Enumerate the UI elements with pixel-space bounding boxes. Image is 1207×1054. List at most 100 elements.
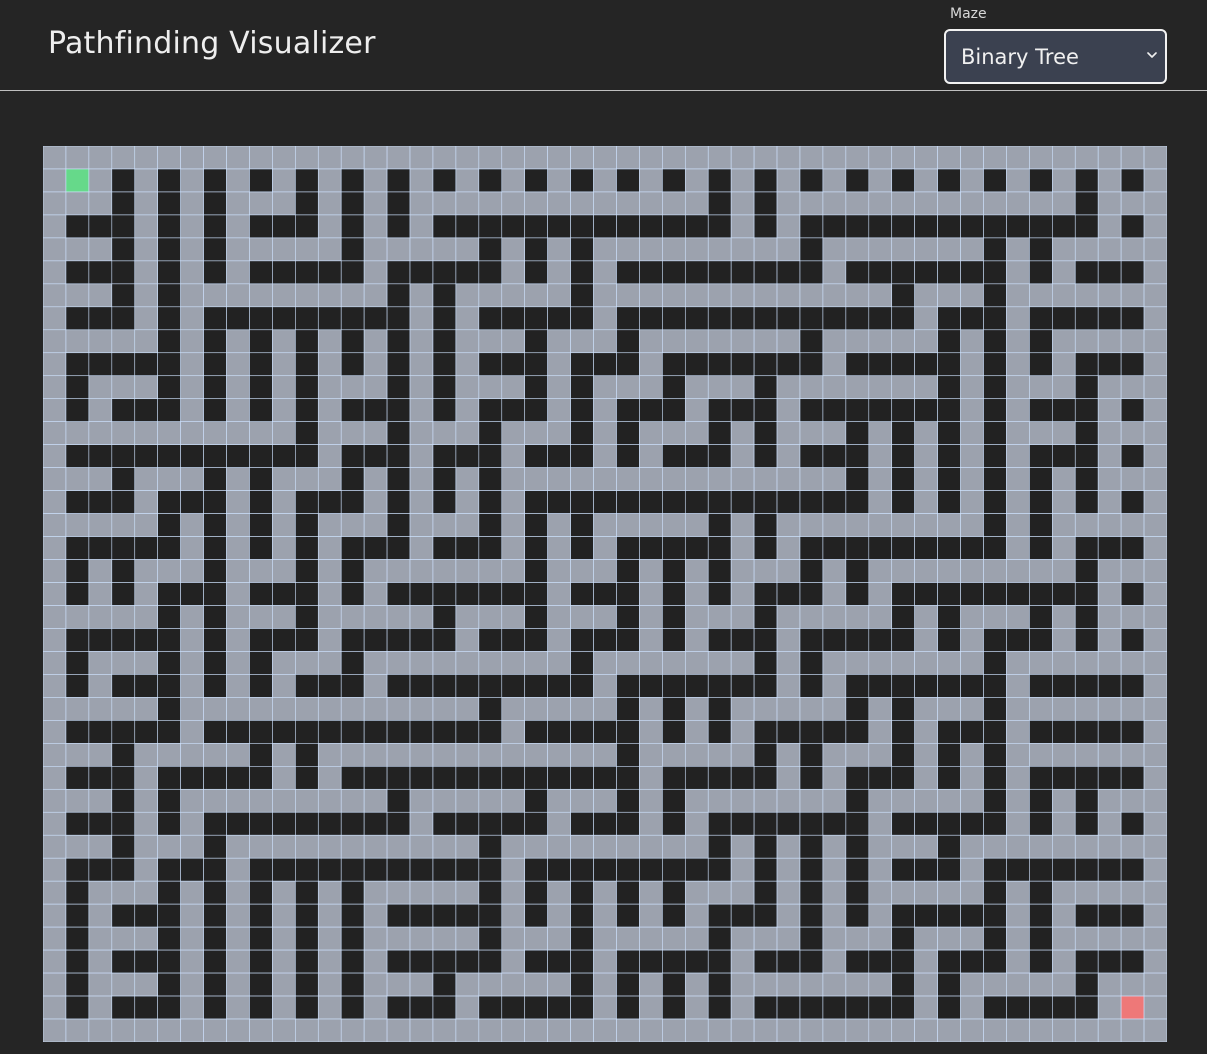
grid-cell-open[interactable] xyxy=(547,1018,571,1042)
grid-cell-open[interactable] xyxy=(1006,421,1030,445)
grid-cell-open[interactable] xyxy=(914,168,938,193)
grid-cell-open[interactable] xyxy=(662,743,686,767)
grid-cell-wall[interactable] xyxy=(1074,720,1099,744)
grid-cell-open[interactable] xyxy=(1120,834,1145,859)
grid-cell-open[interactable] xyxy=(639,766,663,790)
grid-cell-open[interactable] xyxy=(1097,788,1122,813)
grid-cell-wall[interactable] xyxy=(845,582,870,606)
grid-cell-wall[interactable] xyxy=(432,811,457,836)
grid-cell-open[interactable] xyxy=(43,513,67,537)
grid-cell-wall[interactable] xyxy=(386,168,411,193)
grid-cell-wall[interactable] xyxy=(501,306,526,331)
grid-cell-open[interactable] xyxy=(868,926,893,951)
grid-cell-wall[interactable] xyxy=(111,720,136,744)
grid-cell-open[interactable] xyxy=(363,834,388,859)
grid-cell-open[interactable] xyxy=(432,926,457,951)
grid-cell-open[interactable] xyxy=(914,329,938,354)
grid-cell-wall[interactable] xyxy=(203,168,227,193)
grid-cell-open[interactable] xyxy=(1143,880,1167,905)
grid-cell-open[interactable] xyxy=(317,1018,342,1042)
grid-cell-wall[interactable] xyxy=(295,214,319,239)
grid-cell-open[interactable] xyxy=(776,743,801,767)
grid-cell-open[interactable] xyxy=(822,237,847,262)
grid-cell-wall[interactable] xyxy=(134,720,159,744)
grid-cell-wall[interactable] xyxy=(524,490,548,514)
grid-cell-open[interactable] xyxy=(1052,191,1076,216)
grid-cell-open[interactable] xyxy=(1143,743,1167,767)
grid-cell-open[interactable] xyxy=(891,834,915,859)
grid-cell-wall[interactable] xyxy=(203,628,227,652)
grid-cell-open[interactable] xyxy=(593,329,617,354)
grid-cell-wall[interactable] xyxy=(1029,467,1053,491)
grid-cell-wall[interactable] xyxy=(1097,260,1122,285)
grid-cell-open[interactable] xyxy=(776,880,801,905)
grid-cell-open[interactable] xyxy=(983,559,1007,583)
grid-cell-wall[interactable] xyxy=(593,857,617,882)
grid-cell-wall[interactable] xyxy=(249,949,273,974)
grid-cell-wall[interactable] xyxy=(616,260,640,285)
grid-cell-wall[interactable] xyxy=(340,811,365,836)
grid-cell-open[interactable] xyxy=(1120,972,1145,997)
grid-cell-open[interactable] xyxy=(753,697,778,721)
grid-cell-wall[interactable] xyxy=(88,260,113,285)
grid-cell-open[interactable] xyxy=(478,743,503,767)
grid-cell-open[interactable] xyxy=(914,697,938,721)
grid-cell-open[interactable] xyxy=(662,513,686,537)
grid-cell-wall[interactable] xyxy=(272,582,296,606)
grid-cell-wall[interactable] xyxy=(134,949,159,974)
grid-cell-open[interactable] xyxy=(1097,559,1122,583)
grid-cell-open[interactable] xyxy=(501,146,526,170)
grid-cell-wall[interactable] xyxy=(616,628,640,652)
grid-cell-wall[interactable] xyxy=(111,214,136,239)
grid-cell-wall[interactable] xyxy=(1097,306,1122,331)
grid-cell-open[interactable] xyxy=(1120,926,1145,951)
grid-cell-open[interactable] xyxy=(88,513,113,537)
grid-cell-wall[interactable] xyxy=(570,352,594,377)
grid-cell-wall[interactable] xyxy=(753,513,778,537)
grid-cell-wall[interactable] xyxy=(845,421,870,445)
grid-cell-open[interactable] xyxy=(1143,536,1167,560)
grid-cell-open[interactable] xyxy=(43,743,67,767)
grid-cell-open[interactable] xyxy=(730,375,755,400)
grid-cell-open[interactable] xyxy=(868,788,893,813)
grid-cell-wall[interactable] xyxy=(478,628,503,652)
grid-cell-open[interactable] xyxy=(822,467,847,491)
grid-cell-open[interactable] xyxy=(891,329,915,354)
grid-cell-open[interactable] xyxy=(340,697,365,721)
grid-cell-open[interactable] xyxy=(1143,834,1167,859)
grid-cell-wall[interactable] xyxy=(684,444,709,468)
grid-cell-wall[interactable] xyxy=(501,811,526,836)
grid-cell-wall[interactable] xyxy=(662,880,686,905)
grid-cell-open[interactable] xyxy=(43,995,67,1020)
grid-cell-open[interactable] xyxy=(226,398,250,422)
grid-cell-wall[interactable] xyxy=(753,811,778,836)
grid-cell-wall[interactable] xyxy=(593,720,617,744)
grid-cell-open[interactable] xyxy=(111,146,136,170)
grid-cell-wall[interactable] xyxy=(983,513,1007,537)
grid-cell-wall[interactable] xyxy=(432,352,457,377)
grid-cell-wall[interactable] xyxy=(616,559,640,583)
grid-cell-open[interactable] xyxy=(524,467,548,491)
grid-cell-open[interactable] xyxy=(1120,788,1145,813)
grid-cell-open[interactable] xyxy=(707,329,732,354)
grid-cell-wall[interactable] xyxy=(386,352,411,377)
grid-cell-wall[interactable] xyxy=(65,926,90,951)
grid-cell-wall[interactable] xyxy=(662,582,686,606)
grid-cell-open[interactable] xyxy=(593,398,617,422)
grid-cell-wall[interactable] xyxy=(386,766,411,790)
grid-cell-wall[interactable] xyxy=(111,559,136,583)
grid-cell-open[interactable] xyxy=(1074,237,1099,262)
grid-cell-wall[interactable] xyxy=(1006,214,1030,239)
grid-cell-open[interactable] xyxy=(868,880,893,905)
grid-cell-wall[interactable] xyxy=(524,674,548,698)
grid-cell-open[interactable] xyxy=(363,903,388,928)
grid-cell-open[interactable] xyxy=(272,283,296,308)
grid-cell-wall[interactable] xyxy=(340,168,365,193)
grid-cell-wall[interactable] xyxy=(386,811,411,836)
grid-cell-open[interactable] xyxy=(593,375,617,400)
grid-cell-open[interactable] xyxy=(88,651,113,675)
grid-cell-open[interactable] xyxy=(1052,146,1076,170)
grid-cell-open[interactable] xyxy=(180,421,204,445)
grid-cell-wall[interactable] xyxy=(616,352,640,377)
grid-cell-wall[interactable] xyxy=(960,214,984,239)
